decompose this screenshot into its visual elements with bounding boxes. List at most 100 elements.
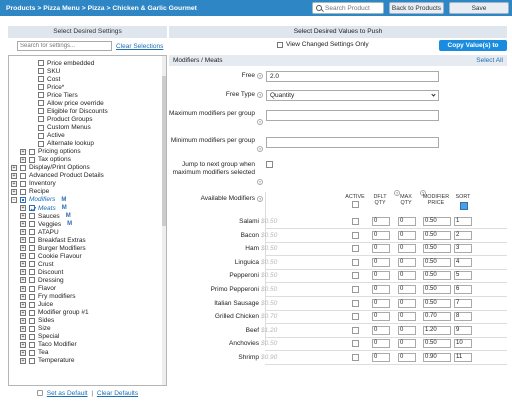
tree-item[interactable]: Alternate lookup xyxy=(29,140,94,148)
tree-item-checkbox[interactable] xyxy=(29,325,35,332)
tree-item[interactable]: + Taco Modifier xyxy=(20,341,77,349)
expand-icon[interactable]: + xyxy=(20,229,26,236)
tree-item[interactable]: + Temperature xyxy=(20,357,75,365)
modifier-active-checkbox[interactable] xyxy=(352,286,359,293)
modifier-active-checkbox[interactable] xyxy=(352,326,359,334)
tree-item-checkbox[interactable] xyxy=(38,100,44,107)
tree-item[interactable]: + Sides xyxy=(20,317,54,325)
tree-item[interactable]: + Inventory xyxy=(11,180,56,188)
tree-item[interactable]: Price embedded xyxy=(29,59,94,67)
tree-item[interactable]: + Cookie Flavour xyxy=(20,252,82,260)
tree-item-checkbox[interactable] xyxy=(38,116,44,123)
tree-item[interactable]: + ATAPU xyxy=(20,228,59,236)
modifier-max-qty-input[interactable]: 0 xyxy=(398,353,416,362)
expand-icon[interactable]: + xyxy=(20,213,26,220)
tree-item[interactable]: - Modifiers M xyxy=(11,196,66,204)
tree-item-checkbox[interactable] xyxy=(38,132,44,139)
copy-values-button[interactable]: Copy Value(s) to xyxy=(439,40,507,51)
expand-icon[interactable]: + xyxy=(20,245,26,252)
expand-icon[interactable]: + xyxy=(11,164,17,171)
tree-item-checkbox[interactable] xyxy=(29,301,35,308)
expand-icon[interactable]: + xyxy=(20,333,26,340)
modifier-max-qty-input[interactable]: 0 xyxy=(398,312,416,322)
sort-arrows-icon[interactable] xyxy=(460,202,468,210)
tree-item-checkbox[interactable] xyxy=(29,293,35,300)
modifier-default-qty-input[interactable]: 0 xyxy=(372,353,390,362)
modifier-price-input[interactable]: 0.50 xyxy=(423,285,451,294)
modifier-price-input[interactable]: 1.20 xyxy=(423,325,451,335)
tree-item[interactable]: + Burger Modifiers xyxy=(20,244,86,252)
tree-item-checkbox[interactable] xyxy=(29,156,35,163)
help-icon[interactable]: ? xyxy=(257,196,263,202)
tree-item[interactable]: + Pricing options xyxy=(20,148,81,156)
modifier-default-qty-input[interactable]: 0 xyxy=(372,217,390,226)
tree-item[interactable]: Price* xyxy=(29,83,64,91)
modifier-active-checkbox[interactable] xyxy=(352,354,359,361)
tree-item-checkbox[interactable] xyxy=(29,245,35,252)
modifier-sort-input[interactable]: 6 xyxy=(454,285,472,294)
tree-item-checkbox[interactable] xyxy=(29,349,35,356)
expand-icon[interactable]: + xyxy=(11,188,17,195)
tree-item[interactable]: + Modifier group #1 xyxy=(20,309,89,317)
tree-item-checkbox[interactable] xyxy=(29,277,35,284)
modifier-price-input[interactable]: 0.90 xyxy=(423,353,451,362)
view-changed-checkbox[interactable] xyxy=(277,41,283,48)
tree-item-checkbox[interactable] xyxy=(29,229,35,236)
tree-item[interactable]: + Display/Print Options xyxy=(11,164,90,172)
tree-item-checkbox[interactable] xyxy=(29,309,35,316)
clear-defaults-link[interactable]: Clear Defaults xyxy=(97,390,138,397)
free-input[interactable]: 2.0 xyxy=(266,71,439,82)
modifier-sort-input[interactable]: 5 xyxy=(454,271,472,281)
tree-item-checkbox[interactable] xyxy=(29,237,35,244)
collapse-icon[interactable]: - xyxy=(11,196,17,203)
expand-icon[interactable]: + xyxy=(11,180,17,187)
expand-icon[interactable]: + xyxy=(20,301,26,308)
modifier-active-checkbox[interactable] xyxy=(352,340,359,348)
free-type-select[interactable]: Quantity xyxy=(266,90,439,101)
modifier-sort-input[interactable]: 7 xyxy=(454,298,472,308)
modifier-sort-input[interactable]: 9 xyxy=(454,325,472,335)
help-icon[interactable]: ? xyxy=(257,92,263,98)
back-to-products-button[interactable]: Back to Products xyxy=(389,2,444,14)
tree-item[interactable]: + Advanced Product Details xyxy=(11,172,104,180)
modifier-price-input[interactable]: 0.50 xyxy=(423,230,451,240)
modifier-active-checkbox[interactable] xyxy=(352,245,359,253)
expand-icon[interactable]: + xyxy=(20,277,26,284)
active-all-checkbox[interactable] xyxy=(352,201,359,208)
expand-icon[interactable]: + xyxy=(20,317,26,324)
modifier-price-input[interactable]: 0.50 xyxy=(423,217,451,226)
expand-icon[interactable]: + xyxy=(20,205,26,212)
tree-item-checkbox[interactable] xyxy=(20,188,26,195)
modifier-active-checkbox[interactable] xyxy=(352,231,359,239)
tree-item-checkbox[interactable] xyxy=(29,261,35,268)
tree-item[interactable]: + Fry modifiers xyxy=(20,292,76,300)
tree-item[interactable]: Cost xyxy=(29,75,60,83)
tree-item[interactable]: + Crust xyxy=(20,260,54,268)
tree-item[interactable]: + Discount xyxy=(20,268,63,276)
help-icon[interactable]: ? xyxy=(257,73,263,79)
modifier-max-qty-input[interactable]: 0 xyxy=(398,298,416,308)
expand-icon[interactable]: + xyxy=(11,172,17,179)
expand-icon[interactable]: + xyxy=(20,357,26,364)
modifier-active-checkbox[interactable] xyxy=(352,218,359,225)
min-modifiers-input[interactable] xyxy=(266,137,439,148)
tree-item-checkbox[interactable] xyxy=(38,84,44,91)
modifier-default-qty-input[interactable]: 0 xyxy=(372,257,390,267)
tree-item-checkbox[interactable] xyxy=(29,357,35,364)
tree-item-checkbox[interactable] xyxy=(29,148,35,155)
tree-item[interactable]: + Flavor xyxy=(20,284,56,292)
modifier-max-qty-input[interactable]: 0 xyxy=(398,244,416,254)
select-all-link[interactable]: Select All xyxy=(476,57,503,64)
modifier-sort-input[interactable]: 1 xyxy=(454,217,472,226)
tree-item-checkbox[interactable] xyxy=(38,68,44,75)
jump-next-group-checkbox[interactable] xyxy=(266,161,273,168)
modifier-sort-input[interactable]: 8 xyxy=(454,312,472,322)
help-icon[interactable]: ? xyxy=(257,119,263,125)
modifier-default-qty-input[interactable]: 0 xyxy=(372,285,390,294)
tree-item[interactable]: Active xyxy=(29,131,65,139)
expand-icon[interactable]: + xyxy=(20,156,26,163)
tree-item-checkbox[interactable] xyxy=(29,221,35,228)
tree-item-checkbox[interactable] xyxy=(29,269,35,276)
expand-icon[interactable]: + xyxy=(20,261,26,268)
tree-item[interactable]: Price Tiers xyxy=(29,91,78,99)
